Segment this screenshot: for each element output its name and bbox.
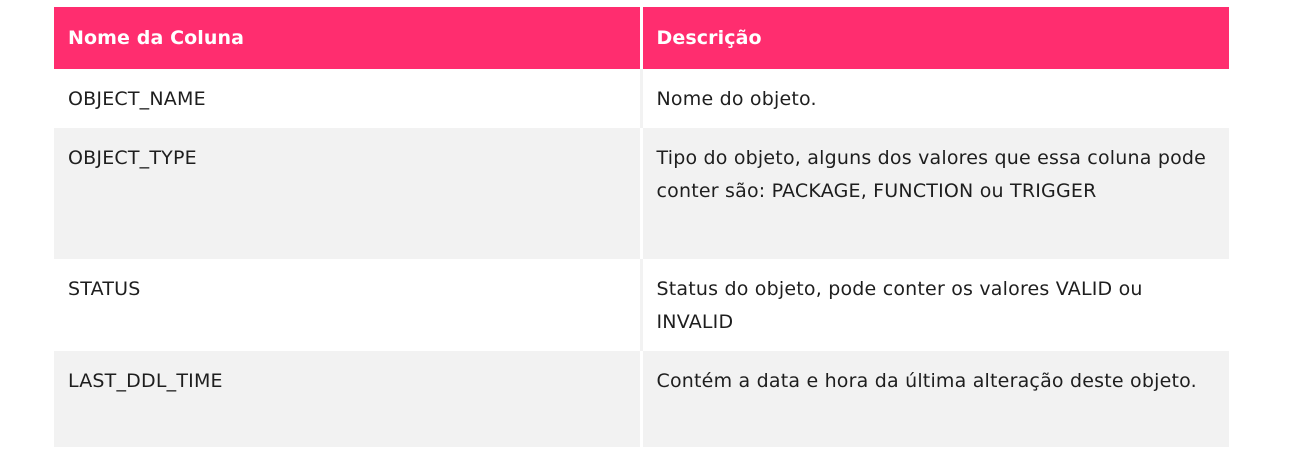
header-row: Nome da Coluna Descrição [54,7,1229,69]
columns-table-container: Nome da Coluna Descrição OBJECT_NAME Nom… [54,7,1229,447]
cell-column-name: STATUS [68,278,141,300]
table-row: OBJECT_NAME Nome do objeto. [54,69,1229,128]
header-description: Descrição [639,7,1229,69]
table-body: OBJECT_NAME Nome do objeto. OBJECT_TYPE … [54,69,1229,447]
table-header: Nome da Coluna Descrição [54,7,1229,69]
table-row: LAST_DDL_TIME Contém a data e hora da úl… [54,351,1229,447]
cell-column-name: OBJECT_TYPE [68,147,197,169]
table-row: OBJECT_TYPE Tipo do objeto, alguns dos v… [54,128,1229,259]
cell-description: Contém a data e hora da última alteração… [639,351,1229,447]
columns-table: Nome da Coluna Descrição OBJECT_NAME Nom… [54,7,1229,447]
header-column-name: Nome da Coluna [54,7,641,69]
table-row: STATUS Status do objeto, pode conter os … [54,259,1229,351]
cell-column-name: OBJECT_NAME [68,88,206,110]
cell-description: Status do objeto, pode conter os valores… [639,259,1229,351]
cell-description: Nome do objeto. [639,69,1229,128]
cell-description: Tipo do objeto, alguns dos valores que e… [639,128,1229,259]
cell-column-name: LAST_DDL_TIME [68,370,223,392]
